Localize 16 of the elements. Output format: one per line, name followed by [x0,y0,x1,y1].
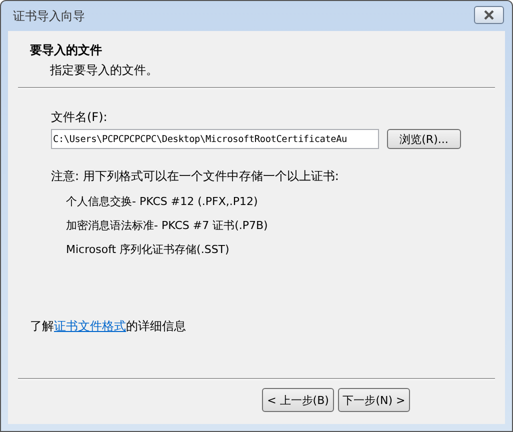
nav-button[interactable]: < 上一步(B) [262,388,334,412]
close-button[interactable] [474,6,504,24]
window-title: 证书导入向导 [13,8,85,24]
file-name-field[interactable]: C:\Users\PCPCPCPCPC\Desktop\MicrosoftRootCertificateAu [51,129,379,149]
note-text: 注意: 用下列格式可以在一个文件中存储一个以上证书: [51,168,340,185]
format-link[interactable]: 证书文件格式 [54,319,126,333]
format-item: Microsoft 序列化证书存储(.SST) [66,242,230,257]
info-text: 了解证书文件格式的详细信息 [29,318,187,335]
browse-button[interactable]: 浏览(R)... [387,129,461,149]
format-item: 加密消息语法标准- PKCS #7 证书(.P7B) [66,218,269,233]
close-icon [483,10,495,20]
field-label: 文件名(F): [51,109,108,126]
format-item: 个人信息交换- PKCS #12 (.PFX,.P12) [66,194,259,209]
nav-button[interactable]: 下一步(N) > [338,388,410,412]
page-subtitle: 指定要导入的文件。 [50,62,159,79]
page-heading: 要导入的文件 [30,42,103,59]
